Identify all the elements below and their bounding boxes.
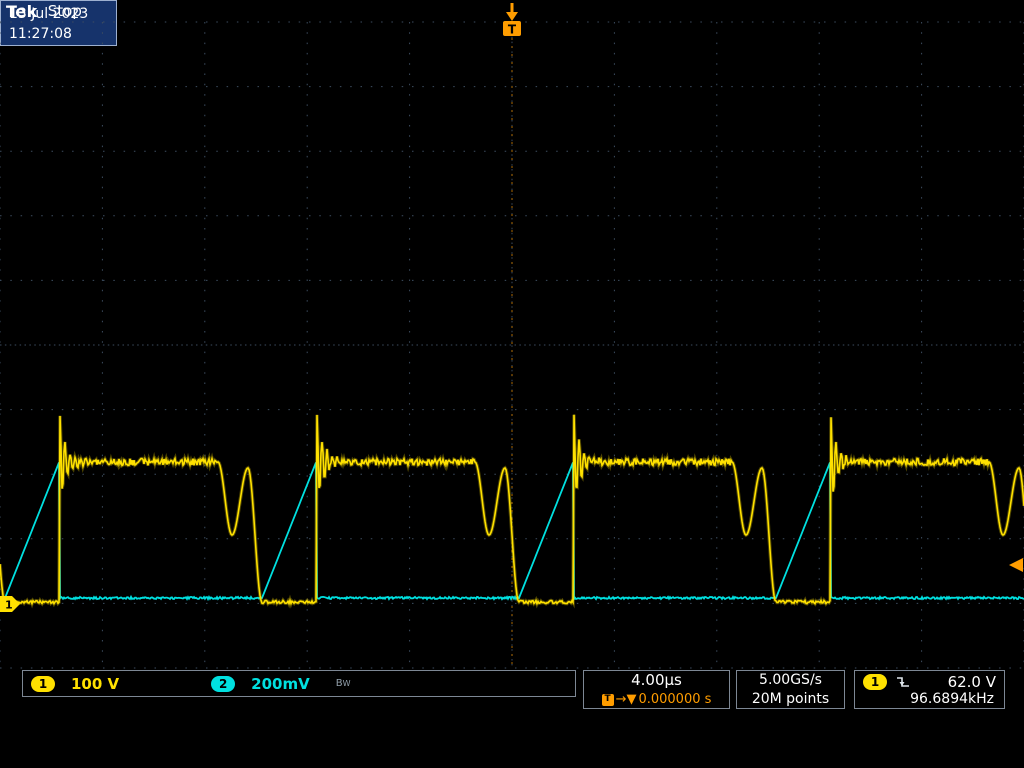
- trigger-readout-box: 1 62.0 V 96.6894kHz: [854, 670, 1005, 709]
- trigger-level-arrow: [1009, 558, 1023, 572]
- bandwidth-limit-icon: BW: [336, 678, 351, 689]
- timebase-scale: 4.00µs: [584, 671, 729, 690]
- svg-text:T: T: [508, 23, 517, 37]
- trigger-arrow-glyph: →▼: [616, 690, 637, 709]
- header-bar: Tek Stop: [6, 1, 82, 21]
- record-length: 20M points: [737, 690, 844, 709]
- acquisition-readout-box: 5.00GS/s 20M points: [736, 670, 845, 709]
- trigger-frequency: 96.6894kHz: [855, 691, 1004, 708]
- trigger-position-marker: T: [503, 3, 521, 37]
- sample-rate: 5.00GS/s: [737, 671, 844, 690]
- scope-display: 1 T: [0, 0, 1024, 768]
- timebase-readout-box: 4.00µs T →▼ 0.000000 s: [583, 670, 730, 709]
- trigger-position-value: 0.000000 s: [638, 690, 711, 709]
- ch2-scale: 200mV: [251, 675, 310, 693]
- trigger-level-value: 62.0 V: [948, 673, 996, 691]
- trigger-source-badge: 1: [863, 674, 887, 690]
- svg-text:1: 1: [5, 599, 13, 612]
- ch1-badge: 1: [31, 676, 55, 692]
- tek-logo: Tek: [6, 2, 38, 21]
- channel-readout-box: 1 100 V 2 200mV BW: [22, 670, 576, 697]
- ch1-position-marker: 1: [0, 596, 20, 612]
- trigger-t-icon: T: [602, 694, 614, 706]
- acquisition-status: Stop: [48, 2, 82, 20]
- ch1-scale: 100 V: [71, 675, 119, 693]
- trigger-position-readout: T →▼ 0.000000 s: [584, 690, 729, 709]
- falling-edge-icon: [895, 675, 911, 689]
- ch2-badge: 2: [211, 676, 235, 692]
